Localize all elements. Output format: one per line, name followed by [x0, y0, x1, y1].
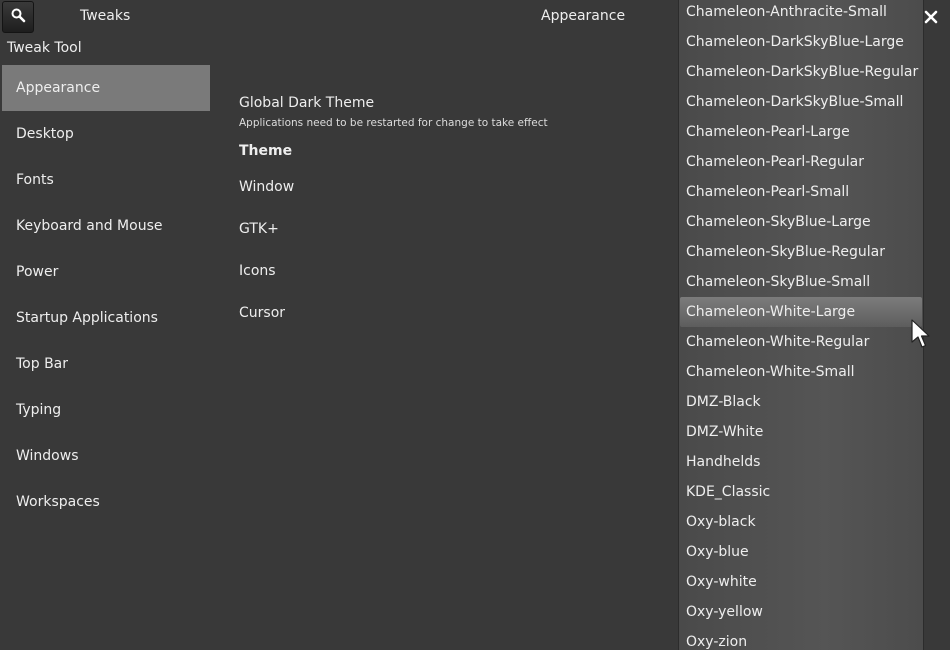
dropdown-option-list: Chameleon-Anthracite-Small Chameleon-Dark… [679, 0, 923, 650]
dropdown-option[interactable]: Chameleon-White-Large [680, 297, 922, 327]
dropdown-option[interactable]: Chameleon-DarkSkyBlue-Large [679, 27, 923, 57]
section-title: Appearance [541, 8, 626, 24]
dropdown-option[interactable]: DMZ-White [679, 417, 923, 447]
cursor-theme-label: Cursor [239, 305, 286, 321]
dropdown-option[interactable]: Oxy-white [679, 567, 923, 597]
sidebar-item-appearance[interactable]: Appearance [2, 65, 210, 111]
sidebar-item-startup-applications[interactable]: Startup Applications [2, 295, 210, 341]
dropdown-option[interactable]: Chameleon-Pearl-Small [679, 177, 923, 207]
sidebar-item-desktop[interactable]: Desktop [2, 111, 210, 157]
sidebar-item-windows[interactable]: Windows [2, 433, 210, 479]
theme-heading: Theme [239, 143, 293, 159]
sidebar-item-fonts[interactable]: Fonts [2, 157, 210, 203]
dropdown-option[interactable]: Chameleon-SkyBlue-Regular [679, 237, 923, 267]
window-theme-label: Window [239, 179, 295, 195]
restart-note: Applications need to be restarted for ch… [239, 117, 548, 129]
search-button[interactable] [2, 1, 34, 33]
global-dark-theme-label: Global Dark Theme [239, 95, 375, 111]
cursor-theme-dropdown-menu[interactable]: Chameleon-Anthracite-Small Chameleon-Dark… [678, 0, 924, 650]
close-icon [924, 9, 938, 28]
search-icon [10, 7, 26, 27]
sidebar-item-typing[interactable]: Typing [2, 387, 210, 433]
sidebar: Appearance Desktop Fonts Keyboard and Mo… [2, 65, 210, 525]
dropdown-option[interactable]: Chameleon-Pearl-Regular [679, 147, 923, 177]
dropdown-option[interactable]: Oxy-blue [679, 537, 923, 567]
dropdown-option[interactable]: Chameleon-Pearl-Large [679, 117, 923, 147]
mouse-pointer-icon [910, 318, 934, 350]
sidebar-item-workspaces[interactable]: Workspaces [2, 479, 210, 525]
sidebar-item-keyboard-and-mouse[interactable]: Keyboard and Mouse [2, 203, 210, 249]
sidebar-item-top-bar[interactable]: Top Bar [2, 341, 210, 387]
icons-theme-label: Icons [239, 263, 276, 279]
dropdown-option[interactable]: Chameleon-DarkSkyBlue-Regular [679, 57, 923, 87]
gtk-theme-label: GTK+ [239, 221, 279, 237]
dropdown-option[interactable]: Chameleon-Anthracite-Small [679, 0, 923, 27]
close-button[interactable] [924, 9, 940, 25]
dropdown-option[interactable]: Oxy-zion [679, 627, 923, 650]
dropdown-option[interactable]: Oxy-black [679, 507, 923, 537]
dropdown-option[interactable]: Chameleon-White-Small [679, 357, 923, 387]
dropdown-option[interactable]: DMZ-Black [679, 387, 923, 417]
app-name: Tweak Tool [7, 40, 82, 56]
dropdown-option[interactable]: Oxy-yellow [679, 597, 923, 627]
dropdown-option[interactable]: Chameleon-SkyBlue-Large [679, 207, 923, 237]
dropdown-option[interactable]: Chameleon-White-Regular [679, 327, 923, 357]
dropdown-option[interactable]: KDE_Classic [679, 477, 923, 507]
dropdown-option[interactable]: Handhelds [679, 447, 923, 477]
dropdown-option[interactable]: Chameleon-DarkSkyBlue-Small [679, 87, 923, 117]
dropdown-option[interactable]: Chameleon-SkyBlue-Small [679, 267, 923, 297]
window-title: Tweaks [80, 8, 131, 24]
sidebar-item-power[interactable]: Power [2, 249, 210, 295]
